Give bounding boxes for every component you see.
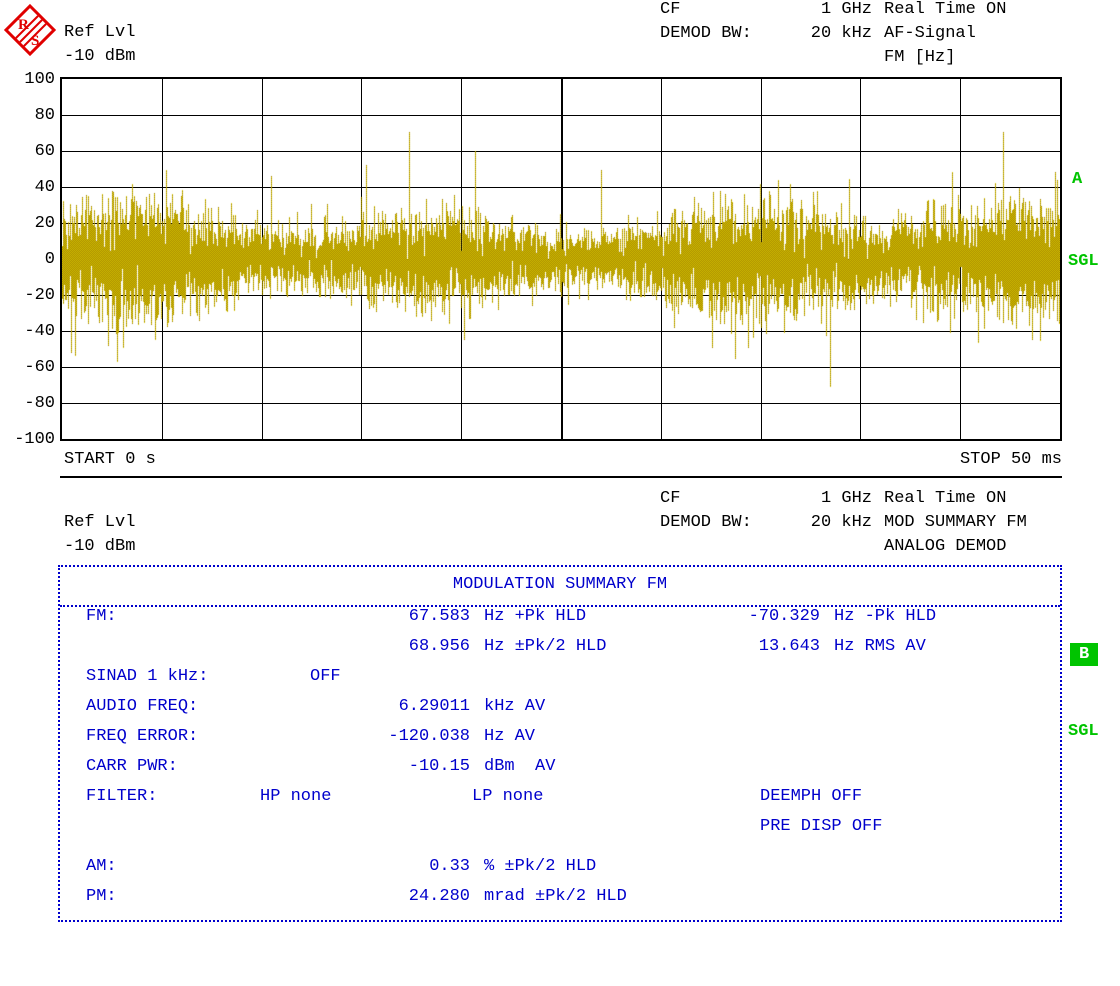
modulation-row-label: CARR PWR: (86, 757, 178, 776)
y-tick-m20: -20 (24, 286, 55, 305)
modulation-row-label: FREQ ERROR: (86, 727, 199, 746)
screen-b-header: Ref Lvl -10 dBm CF 1 GHz Real Time ON DE… (0, 487, 1120, 559)
modulation-row-unit-primary: % ±Pk/2 HLD (484, 857, 597, 876)
modulation-summary-row: FM: 67.583 Hz +Pk HLD -70.329 Hz -Pk HLD (60, 607, 1060, 637)
ref-level-value-b[interactable]: -10 dBm (64, 537, 135, 556)
modulation-row-value-primary: 6.29011 (398, 697, 470, 716)
modulation-row-label: FILTER: (86, 787, 158, 806)
modulation-row-value-primary: -10.15 (408, 757, 470, 776)
modulation-summary-row: FREQ ERROR: -120.038 Hz AV (60, 727, 1060, 757)
demod-bw-label-b: DEMOD BW: (660, 513, 752, 532)
modulation-row-free-3[interactable]: DEEMPH OFF (760, 787, 862, 806)
axis-divider-rule (60, 476, 1062, 478)
sweep-start-label[interactable]: START 0 s (64, 450, 156, 469)
modulation-row-free-3[interactable]: PRE DISP OFF (760, 817, 882, 836)
modulation-row-value-primary: 24.280 (408, 887, 470, 906)
cf-label-b: CF (660, 489, 681, 508)
cf-label-a: CF (660, 0, 681, 19)
screen-a-header: Ref Lvl -10 dBm CF 1 GHz Real Time ON DE… (0, 0, 1120, 74)
y-tick-m80: -80 (24, 394, 55, 413)
realtime-status-b: Real Time ON (884, 489, 1007, 508)
modulation-row-unit-primary: Hz +Pk HLD (484, 607, 587, 626)
cf-value-a[interactable]: 1 GHz (790, 0, 872, 19)
modulation-row-value-primary: -120.038 (388, 727, 470, 746)
modulation-row-unit-primary: dBm AV (484, 757, 556, 776)
demod-mode-a: AF-Signal (884, 24, 976, 43)
modulation-row-value-secondary: 13.643 (758, 637, 820, 656)
fm-trace-canvas (62, 79, 1060, 439)
y-tick-m40: -40 (24, 322, 55, 341)
modulation-row-free-1[interactable]: OFF (310, 667, 341, 686)
plot-frame[interactable] (60, 77, 1062, 441)
modulation-row-free-1[interactable]: HP none (260, 787, 331, 806)
ref-level-value-a[interactable]: -10 dBm (64, 47, 135, 66)
y-tick-60: 60 (34, 142, 55, 161)
modulation-row-unit-primary: Hz ±Pk/2 HLD (484, 637, 607, 656)
modulation-summary-row: SINAD 1 kHz: OFF (60, 667, 1060, 697)
modulation-summary-row: PRE DISP OFF (60, 817, 1060, 847)
y-tick-m100: -100 (14, 430, 55, 449)
modulation-row-unit-secondary: Hz RMS AV (834, 637, 926, 656)
modulation-summary-row: AM: 0.33 % ±Pk/2 HLD (60, 857, 1060, 887)
screen-b-indicator[interactable]: B (1070, 643, 1099, 667)
modulation-row-free-2[interactable]: LP none (472, 787, 543, 806)
modulation-row-label: SINAD 1 kHz: (86, 667, 209, 686)
cf-value-b[interactable]: 1 GHz (790, 489, 872, 508)
time-axis-footer: START 0 s STOP 50 ms (0, 450, 1120, 480)
demod-bw-label-a: DEMOD BW: (660, 24, 752, 43)
ref-level-label-a: Ref Lvl (64, 23, 136, 42)
demod-mode-b-2: ANALOG DEMOD (884, 537, 1007, 556)
sweep-single-indicator-a: SGL (1068, 252, 1099, 271)
modulation-row-value-primary: 67.583 (408, 607, 470, 626)
demod-mode-b: MOD SUMMARY FM (884, 513, 1027, 532)
y-tick-80: 80 (34, 106, 55, 125)
modulation-row-label: AM: (86, 857, 117, 876)
realtime-status-a: Real Time ON (884, 0, 1007, 19)
screen-a-indicator[interactable]: A (1072, 170, 1082, 189)
y-tick-40: 40 (34, 178, 55, 197)
modulation-row-label: PM: (86, 887, 117, 906)
modulation-summary-row: PM: 24.280 mrad ±Pk/2 HLD (60, 887, 1060, 917)
modulation-row-value-primary: 0.33 (429, 857, 470, 876)
modulation-row-unit-secondary: Hz -Pk HLD (834, 607, 937, 626)
modulation-summary-row: AUDIO FREQ: 6.29011 kHz AV (60, 697, 1060, 727)
modulation-summary-row: FILTER: HP none LP none DEEMPH OFF (60, 787, 1060, 817)
modulation-row-label: FM: (86, 607, 117, 626)
y-tick-20: 20 (34, 214, 55, 233)
modulation-row-unit-primary: kHz AV (484, 697, 546, 716)
sweep-single-indicator-b: SGL (1068, 722, 1099, 741)
modulation-summary-panel[interactable]: MODULATION SUMMARY FM FM: 67.583 Hz +Pk HL… (58, 565, 1062, 922)
modulation-row-unit-primary: mrad ±Pk/2 HLD (484, 887, 627, 906)
modulation-row-value-primary: 68.956 (408, 637, 470, 656)
modulation-row-value-secondary: -70.329 (748, 607, 820, 626)
y-tick-m60: -60 (24, 358, 55, 377)
modulation-summary-row: 68.956 Hz ±Pk/2 HLD 13.643 Hz RMS AV (60, 637, 1060, 667)
modulation-summary-title: MODULATION SUMMARY FM (452, 575, 668, 594)
ref-level-label-b: Ref Lvl (64, 513, 136, 532)
af-signal-plot[interactable]: 100 80 60 40 20 0 -20 -40 -60 -80 -100 A… (0, 70, 1120, 450)
y-tick-100: 100 (24, 70, 55, 89)
modulation-summary-row: CARR PWR: -10.15 dBm AV (60, 757, 1060, 787)
modulation-row-label: AUDIO FREQ: (86, 697, 199, 716)
modulation-row-unit-primary: Hz AV (484, 727, 536, 746)
trace-unit-label-a: FM [Hz] (884, 48, 956, 67)
y-tick-0: 0 (44, 250, 55, 269)
modulation-summary-rows: FM: 67.583 Hz +Pk HLD -70.329 Hz -Pk HLD 68.9… (60, 607, 1060, 920)
demod-bw-value-a[interactable]: 20 kHz (790, 24, 872, 43)
demod-bw-value-b[interactable]: 20 kHz (790, 513, 872, 532)
sweep-stop-label[interactable]: STOP 50 ms (960, 450, 1062, 469)
